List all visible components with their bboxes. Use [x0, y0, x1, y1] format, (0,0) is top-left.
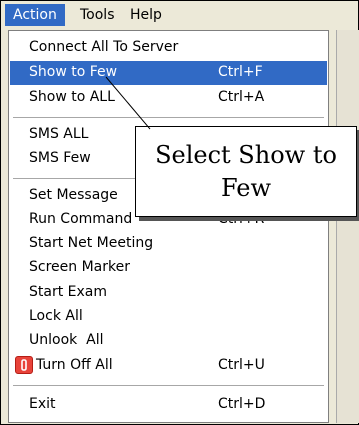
menu-action[interactable]: Action	[5, 4, 65, 26]
menu-separator	[13, 117, 324, 118]
menu-item-label: SMS Few	[29, 150, 91, 166]
menu-item-exit[interactable]: Exit Ctrl+D	[10, 393, 327, 417]
menu-item-label: Start Exam	[29, 284, 107, 300]
menu-item-label: Exit	[29, 396, 56, 412]
menu-item-show-to-few[interactable]: Show to Few Ctrl+F	[10, 61, 327, 85]
menu-item-connect-all-to-server[interactable]: Connect All To Server	[10, 36, 327, 60]
menu-item-start-exam[interactable]: Start Exam	[10, 281, 327, 305]
action-dropdown-menu: Connect All To Server Show to Few Ctrl+F…	[8, 30, 329, 423]
menu-item-label: Unlook All	[29, 332, 104, 348]
menu-item-label: Run Command	[29, 211, 133, 227]
menubar: Action Tools Help	[1, 1, 356, 29]
menu-item-label: Turn Off All	[36, 357, 113, 373]
menu-item-label: Show to ALL	[29, 89, 115, 105]
callout-text: Select Show to Few	[155, 141, 337, 202]
menu-item-label: Screen Marker	[29, 259, 130, 275]
menu-item-label: Connect All To Server	[29, 39, 179, 55]
menu-help[interactable]: Help	[122, 4, 170, 26]
menu-tools[interactable]: Tools	[72, 4, 123, 26]
menu-item-label: Lock All	[29, 308, 83, 324]
window-edge	[336, 30, 359, 423]
power-icon	[15, 356, 33, 374]
menu-item-shortcut: Ctrl+U	[218, 357, 265, 373]
menu-item-label: SMS ALL	[29, 126, 89, 142]
menu-item-shortcut: Ctrl+A	[218, 89, 265, 105]
menu-item-label: Set Message	[29, 187, 118, 203]
menu-item-screen-marker[interactable]: Screen Marker	[10, 256, 327, 280]
annotation-callout: Select Show to Few	[135, 126, 357, 217]
menu-item-lock-all[interactable]: Lock All	[10, 305, 327, 329]
menu-item-unlook-all[interactable]: Unlook All	[10, 329, 327, 353]
menu-item-start-net-meeting[interactable]: Start Net Meeting	[10, 232, 327, 256]
menu-item-show-to-all[interactable]: Show to ALL Ctrl+A	[10, 86, 327, 110]
menu-item-shortcut: Ctrl+F	[218, 64, 263, 80]
menu-item-turn-off-all[interactable]: Turn Off All Ctrl+U	[10, 354, 327, 378]
menu-item-label: Show to Few	[29, 64, 118, 80]
menu-item-shortcut: Ctrl+D	[218, 396, 266, 412]
menu-item-label: Start Net Meeting	[29, 235, 154, 251]
menu-separator	[13, 385, 324, 386]
